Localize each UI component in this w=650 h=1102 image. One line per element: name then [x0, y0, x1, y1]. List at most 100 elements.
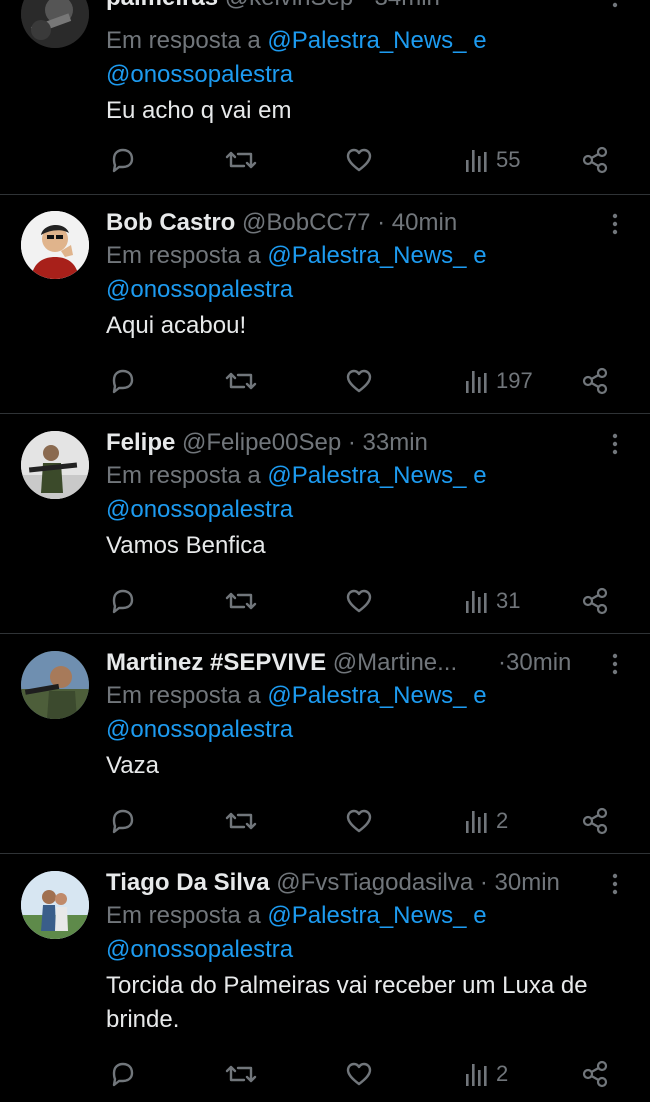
tweet-text: Eu acho q vai em — [106, 97, 292, 124]
tweet-header: Bob Castro @BobCC77 · 40min — [106, 205, 606, 241]
views-button[interactable]: 2 — [464, 1054, 508, 1094]
more-options-icon[interactable] — [600, 209, 630, 239]
share-icon — [582, 807, 608, 835]
retweet-button[interactable] — [224, 1054, 258, 1094]
views-count: 197 — [496, 368, 533, 393]
reply-joiner: e — [473, 242, 487, 269]
timestamp[interactable]: 30min — [506, 649, 571, 676]
share-button[interactable] — [580, 581, 610, 621]
heart-icon — [346, 1062, 372, 1086]
more-options-icon[interactable] — [600, 0, 630, 12]
reply-mention-link[interactable]: @onossopalestra — [106, 933, 293, 967]
retweet-icon — [225, 151, 257, 169]
share-button[interactable] — [580, 140, 610, 180]
author-name[interactable]: Tiago Da Silva — [106, 869, 270, 896]
timestamp[interactable]: 40min — [392, 209, 457, 236]
tweet-text: Aqui acabou! — [106, 312, 247, 339]
author-handle[interactable]: @FvsTiagodasilva — [276, 869, 473, 896]
separator-dot: · — [479, 869, 488, 896]
reply-context: Em resposta a @Palestra_News_ e — [106, 899, 487, 933]
tweet-text: Vamos Benfica — [106, 532, 266, 559]
reply-context: Em resposta a @Palestra_News_ e — [106, 239, 487, 273]
tweet-time-group: ·30min — [498, 645, 571, 681]
more-options-icon[interactable] — [600, 869, 630, 899]
timestamp[interactable]: 34min — [375, 0, 440, 11]
reply-mention-link[interactable]: @Palestra_News_ — [267, 27, 466, 54]
share-icon — [582, 146, 608, 174]
reply-button[interactable] — [108, 801, 138, 841]
share-icon — [582, 367, 608, 395]
timestamp[interactable]: 33min — [363, 429, 428, 456]
divider — [0, 633, 650, 634]
share-icon — [582, 1060, 608, 1088]
views-icon — [466, 1064, 487, 1086]
views-button[interactable]: 55 — [464, 140, 520, 180]
reply-prefix: Em resposta a — [106, 682, 261, 709]
retweet-icon — [225, 592, 257, 610]
author-handle[interactable]: @Martine... — [333, 649, 457, 676]
author-handle[interactable]: @BobCC77 — [242, 209, 370, 236]
retweet-button[interactable] — [224, 581, 258, 621]
tweet-actions: 2 — [0, 801, 650, 841]
author-name[interactable]: Felipe — [106, 429, 175, 456]
avatar[interactable] — [21, 871, 89, 939]
reply-mention-link[interactable]: @onossopalestra — [106, 713, 293, 747]
reply-mention-link[interactable]: @Palestra_News_ — [267, 242, 466, 269]
tweet-header: Martinez #SEPVIVE @Martine... — [106, 645, 506, 681]
reply-button[interactable] — [108, 1054, 138, 1094]
heart-icon — [346, 589, 372, 613]
retweet-icon — [225, 372, 257, 390]
divider — [0, 853, 650, 854]
share-button[interactable] — [580, 1054, 610, 1094]
separator-dot: · — [360, 0, 368, 11]
reply-prefix: Em resposta a — [106, 27, 261, 54]
reply-prefix: Em resposta a — [106, 242, 261, 269]
reply-button[interactable] — [108, 581, 138, 621]
heart-icon — [346, 809, 372, 833]
tweet-item[interactable]: Bob Castro @BobCC77 · 40min Em resposta … — [0, 205, 650, 413]
views-button[interactable]: 31 — [464, 581, 520, 621]
more-options-icon[interactable] — [600, 429, 630, 459]
like-button[interactable] — [344, 140, 374, 180]
retweet-button[interactable] — [224, 361, 258, 401]
like-button[interactable] — [344, 361, 374, 401]
more-options-icon[interactable] — [600, 649, 630, 679]
like-button[interactable] — [344, 801, 374, 841]
tweet-item[interactable]: palmeiras @kelvinSep · 34min Em resposta… — [0, 0, 650, 194]
reply-mention-link[interactable]: @Palestra_News_ — [267, 902, 466, 929]
views-count: 55 — [496, 147, 521, 172]
reply-context: Em resposta a @Palestra_News_ e — [106, 459, 487, 493]
tweet-item[interactable]: Felipe @Felipe00Sep · 33min Em resposta … — [0, 425, 650, 633]
avatar[interactable] — [21, 211, 89, 279]
reply-mention-link[interactable]: @onossopalestra — [106, 273, 293, 307]
retweet-button[interactable] — [224, 801, 258, 841]
tweet-item[interactable]: Martinez #SEPVIVE @Martine... ·30min Em … — [0, 645, 650, 853]
retweet-button[interactable] — [224, 140, 258, 180]
reply-mention-link[interactable]: @Palestra_News_ — [267, 462, 466, 489]
reply-joiner: e — [473, 462, 487, 489]
views-button[interactable]: 197 — [464, 361, 533, 401]
avatar[interactable] — [21, 431, 89, 499]
avatar[interactable] — [21, 651, 89, 719]
views-icon — [466, 150, 487, 172]
author-name[interactable]: Martinez #SEPVIVE — [106, 649, 326, 676]
author-handle[interactable]: @kelvinSep — [225, 0, 353, 11]
reply-button[interactable] — [108, 140, 138, 180]
views-button[interactable]: 2 — [464, 801, 508, 841]
heart-icon — [346, 148, 372, 172]
timestamp[interactable]: 30min — [495, 869, 560, 896]
tweet-item[interactable]: Tiago Da Silva @FvsTiagodasilva · 30min … — [0, 865, 650, 1102]
share-button[interactable] — [580, 801, 610, 841]
author-handle[interactable]: @Felipe00Sep — [182, 429, 341, 456]
like-button[interactable] — [344, 1054, 374, 1094]
like-button[interactable] — [344, 581, 374, 621]
reply-button[interactable] — [108, 361, 138, 401]
reply-mention-link[interactable]: @onossopalestra — [106, 493, 293, 527]
reply-icon — [112, 809, 134, 834]
share-button[interactable] — [580, 361, 610, 401]
avatar[interactable] — [21, 0, 89, 48]
reply-mention-link[interactable]: @Palestra_News_ — [267, 682, 466, 709]
reply-mention-link[interactable]: @onossopalestra — [106, 58, 293, 92]
author-name[interactable]: palmeiras — [106, 0, 218, 11]
author-name[interactable]: Bob Castro — [106, 209, 235, 236]
